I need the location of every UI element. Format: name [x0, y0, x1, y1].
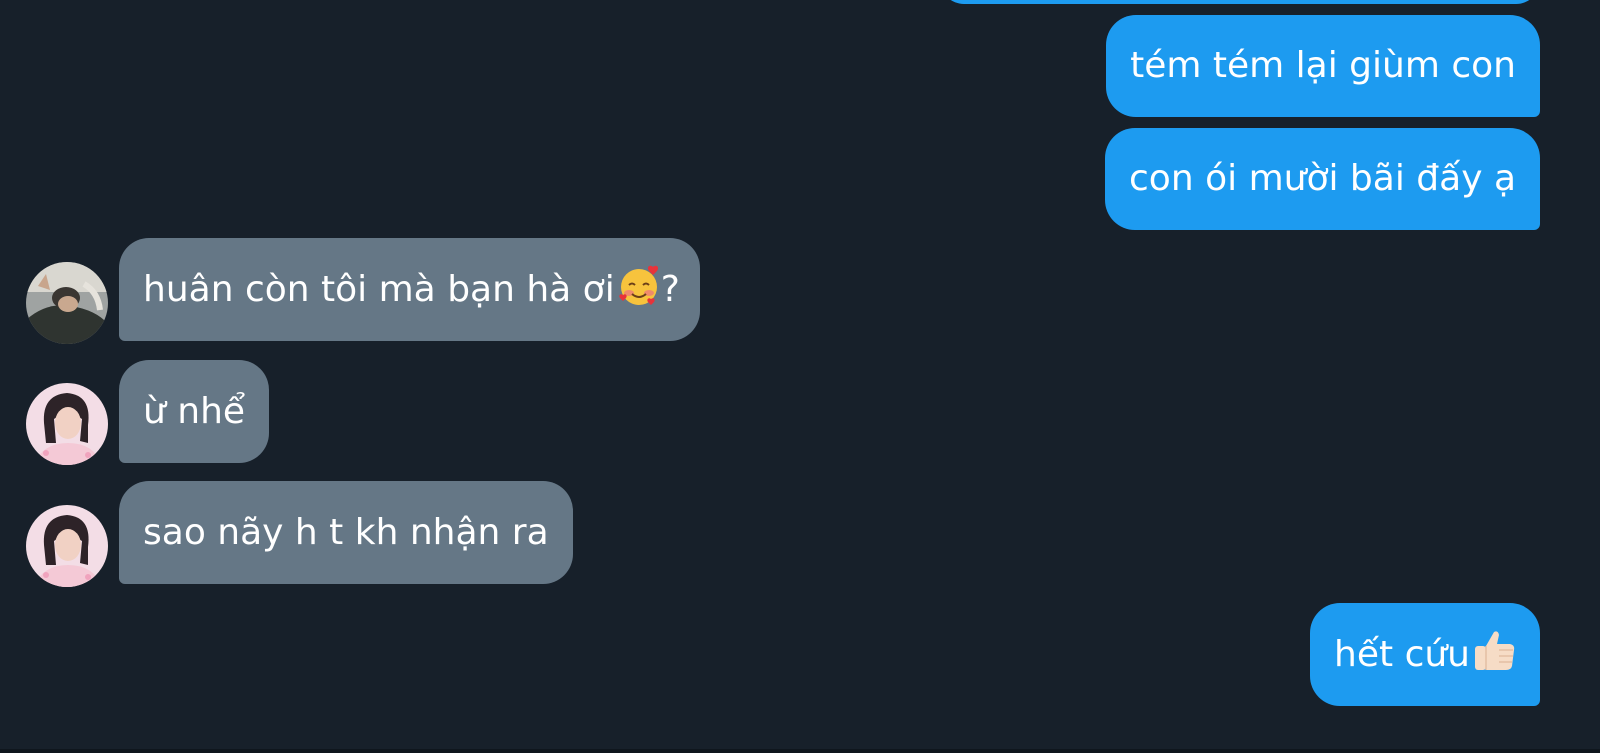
avatar[interactable]	[26, 262, 108, 344]
message-text-suffix: ?	[660, 268, 680, 310]
avatar-photo-icon	[26, 262, 108, 344]
message-bubble-received[interactable]: ừ nhể	[119, 360, 270, 463]
thumbs-up-icon	[1472, 628, 1518, 681]
avatar-photo-icon	[26, 383, 108, 465]
avatar[interactable]	[26, 505, 108, 587]
message-text: con ói mười bãi đấy ạ	[1129, 158, 1516, 199]
avatar-photo-icon	[26, 505, 108, 587]
message-bubble-sent-partial[interactable]	[940, 0, 1540, 4]
message-text: sao nãy h t kh nhận ra	[143, 511, 549, 553]
message-text: tém tém lại giùm con	[1130, 45, 1516, 86]
message-text: huân còn tôi mà bạn hà ơi	[143, 268, 615, 310]
message-text: ừ nhể	[143, 390, 246, 432]
message-bubble-received[interactable]: sao nãy h t kh nhận ra	[119, 481, 573, 584]
message-bubble-received[interactable]: huân còn tôi mà bạn hà ơi ?	[119, 238, 700, 341]
divider	[0, 749, 1600, 753]
message-bubble-sent[interactable]: tém tém lại giùm con	[1106, 15, 1540, 117]
message-text: hết cứu	[1334, 633, 1470, 675]
message-bubble-sent[interactable]: con ói mười bãi đấy ạ	[1105, 128, 1540, 230]
message-bubble-sent[interactable]: hết cứu	[1310, 603, 1540, 706]
smiling-face-with-hearts-icon	[617, 263, 661, 316]
avatar[interactable]	[26, 383, 108, 465]
